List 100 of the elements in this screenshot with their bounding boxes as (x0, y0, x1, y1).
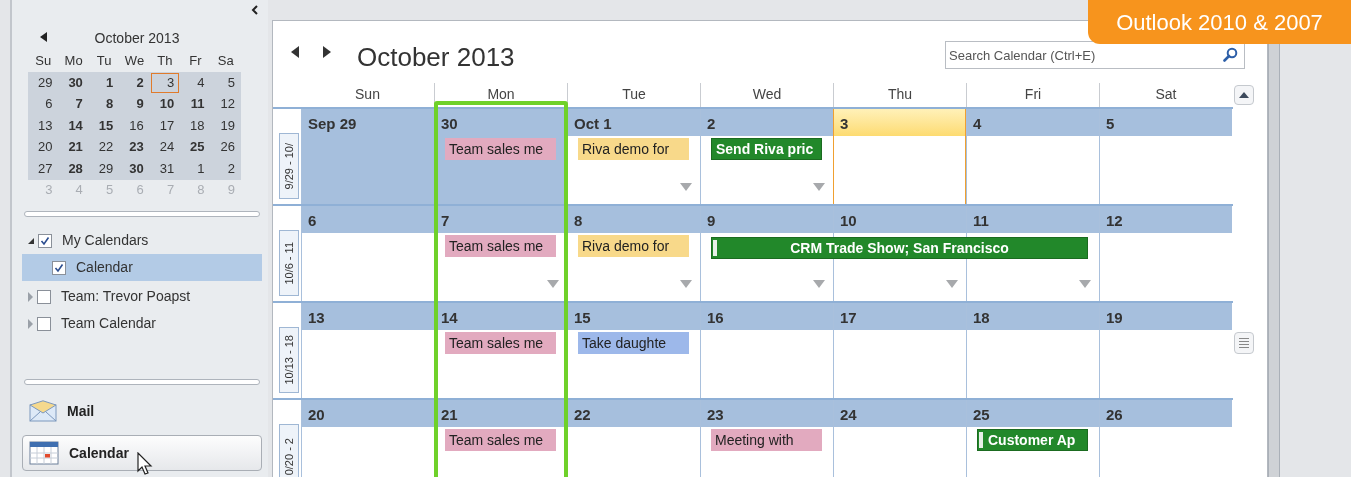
day-header: Wed (700, 83, 833, 107)
week-range-label[interactable]: 9/29 - 10/ (279, 133, 299, 199)
mini-calendar-day[interactable]: 30 (120, 158, 149, 179)
day-header: Fri (966, 83, 1099, 107)
calendar-tree-item[interactable]: Calendar (22, 254, 262, 281)
calendar-tree-item[interactable]: Team: Trevor Poapst (22, 283, 262, 310)
day-cell[interactable]: 2 Send Riva pric (700, 109, 833, 204)
day-cell[interactable]: 18 (966, 303, 1099, 398)
day-cell[interactable]: 4 (966, 109, 1099, 204)
week-range-label[interactable]: 0/20 - 2 (279, 424, 299, 477)
previous-month-icon[interactable] (40, 32, 47, 42)
mini-calendar-day[interactable]: 16 (120, 115, 149, 136)
mini-calendar-day[interactable]: 23 (120, 137, 149, 158)
calendar-event[interactable]: CRM Trade Show; San Francisco (711, 237, 1088, 259)
mini-calendar-day[interactable]: 30 (59, 72, 88, 93)
mini-calendar-day[interactable]: 10 (150, 94, 180, 115)
checkbox[interactable] (38, 233, 52, 248)
more-items-arrow-icon[interactable] (813, 183, 825, 191)
mini-calendar-day[interactable]: 1 (181, 158, 210, 179)
day-cell[interactable]: 23 Meeting with (700, 400, 833, 477)
navigation-button[interactable]: Mail (22, 393, 262, 429)
calendar-event[interactable]: Customer Ap (977, 429, 1088, 451)
day-cell[interactable]: 16 (700, 303, 833, 398)
more-items-arrow-icon[interactable] (1079, 280, 1091, 288)
day-cell[interactable]: 13 (301, 303, 434, 398)
day-cell[interactable]: Sep 29 (301, 109, 434, 204)
day-number: 22 (568, 400, 700, 427)
scroll-up-button[interactable] (1234, 85, 1254, 105)
checkbox[interactable] (37, 289, 51, 304)
checkbox[interactable] (37, 316, 51, 331)
day-cell[interactable]: 6 (301, 206, 434, 301)
mini-calendar-day[interactable]: 18 (181, 115, 210, 136)
mini-calendar-day[interactable]: 25 (181, 137, 210, 158)
calendar-event[interactable]: Meeting with (711, 429, 822, 451)
scrollbar-thumb[interactable] (1234, 332, 1254, 354)
mini-calendar-day[interactable]: 2 (120, 72, 149, 93)
mini-calendar-day[interactable]: 4 (181, 72, 210, 93)
weekday-label: Th (156, 52, 174, 71)
day-cell[interactable]: 5 (1099, 109, 1232, 204)
day-cell[interactable]: 12 (1099, 206, 1232, 301)
more-items-arrow-icon[interactable] (680, 183, 692, 191)
mini-calendar-day[interactable]: 1 (89, 72, 119, 93)
previous-month-icon[interactable] (291, 46, 299, 58)
mini-calendar-day[interactable]: 2 (211, 158, 240, 179)
week-range-label[interactable]: 10/13 - 18 (279, 327, 299, 393)
mini-calendar-day[interactable]: 31 (150, 158, 180, 179)
mini-calendar-day[interactable]: 24 (150, 137, 180, 158)
day-number: 19 (1100, 303, 1232, 330)
calendar-event[interactable]: Riva demo for (578, 138, 689, 160)
day-cell[interactable]: 20 (301, 400, 434, 477)
mini-calendar-day[interactable]: 22 (89, 137, 119, 158)
mini-calendar-day[interactable]: 5 (211, 72, 240, 93)
day-cell[interactable]: 19 (1099, 303, 1232, 398)
checkbox[interactable] (52, 260, 66, 275)
calendar-event[interactable]: Team sales me (445, 235, 556, 257)
collapse-chevron-icon[interactable] (251, 5, 258, 15)
week-range-label[interactable]: 10/6 - 11 (279, 230, 299, 296)
mini-calendar-day[interactable]: 26 (211, 137, 240, 158)
more-items-arrow-icon[interactable] (680, 280, 692, 288)
calendar-event[interactable]: Send Riva pric (711, 138, 822, 160)
day-cell[interactable]: 3 (833, 109, 966, 204)
search-icon[interactable] (1223, 47, 1238, 62)
mini-calendar-day[interactable]: 3 (150, 72, 180, 93)
navigation-button[interactable]: Calendar (22, 435, 262, 471)
mini-calendar-day[interactable]: 29 (89, 158, 119, 179)
more-items-arrow-icon[interactable] (547, 280, 559, 288)
mini-calendar-day[interactable]: 8 (89, 94, 119, 115)
mini-calendar-day[interactable]: 27 (29, 158, 58, 179)
mini-calendar-day[interactable]: 13 (29, 115, 58, 136)
calendar-tree-item[interactable]: Team Calendar (22, 310, 262, 337)
mini-calendar-day[interactable]: 9 (120, 94, 149, 115)
calendar-event[interactable]: Team sales me (445, 429, 556, 451)
mini-calendar-day[interactable]: 15 (89, 115, 119, 136)
mini-calendar-day[interactable]: 6 (29, 94, 58, 115)
calendar-event[interactable]: Riva demo for (578, 235, 689, 257)
mini-calendar-day[interactable]: 20 (29, 137, 58, 158)
mini-calendar-day[interactable]: 17 (150, 115, 180, 136)
day-number: 25 (967, 400, 1099, 427)
day-cell[interactable]: 26 (1099, 400, 1232, 477)
mini-calendar-day[interactable]: 12 (211, 94, 240, 115)
day-number: 21 (435, 400, 567, 427)
mini-calendar-day[interactable]: 7 (59, 94, 88, 115)
next-month-icon[interactable] (323, 46, 331, 58)
mini-calendar-day[interactable]: 21 (59, 137, 88, 158)
calendar-event[interactable]: Team sales me (445, 138, 556, 160)
day-number: 2 (701, 109, 833, 136)
day-cell[interactable]: 25 Customer Ap (966, 400, 1099, 477)
calendar-tree-item[interactable]: My Calendars (22, 227, 262, 254)
mini-calendar-day[interactable]: 28 (59, 158, 88, 179)
search-field[interactable]: Search Calendar (Ctrl+E) (945, 41, 1245, 69)
mini-calendar-day[interactable]: 29 (29, 72, 58, 93)
mini-calendar-day[interactable]: 19 (211, 115, 240, 136)
mini-calendar-day[interactable]: 14 (59, 115, 88, 136)
mini-calendar-day[interactable]: 11 (181, 94, 210, 115)
day-cell[interactable]: 24 (833, 400, 966, 477)
more-items-arrow-icon[interactable] (813, 280, 825, 288)
calendar-event[interactable]: Take daughte (578, 332, 689, 354)
day-cell[interactable]: 17 (833, 303, 966, 398)
calendar-event[interactable]: Team sales me (445, 332, 556, 354)
more-items-arrow-icon[interactable] (946, 280, 958, 288)
